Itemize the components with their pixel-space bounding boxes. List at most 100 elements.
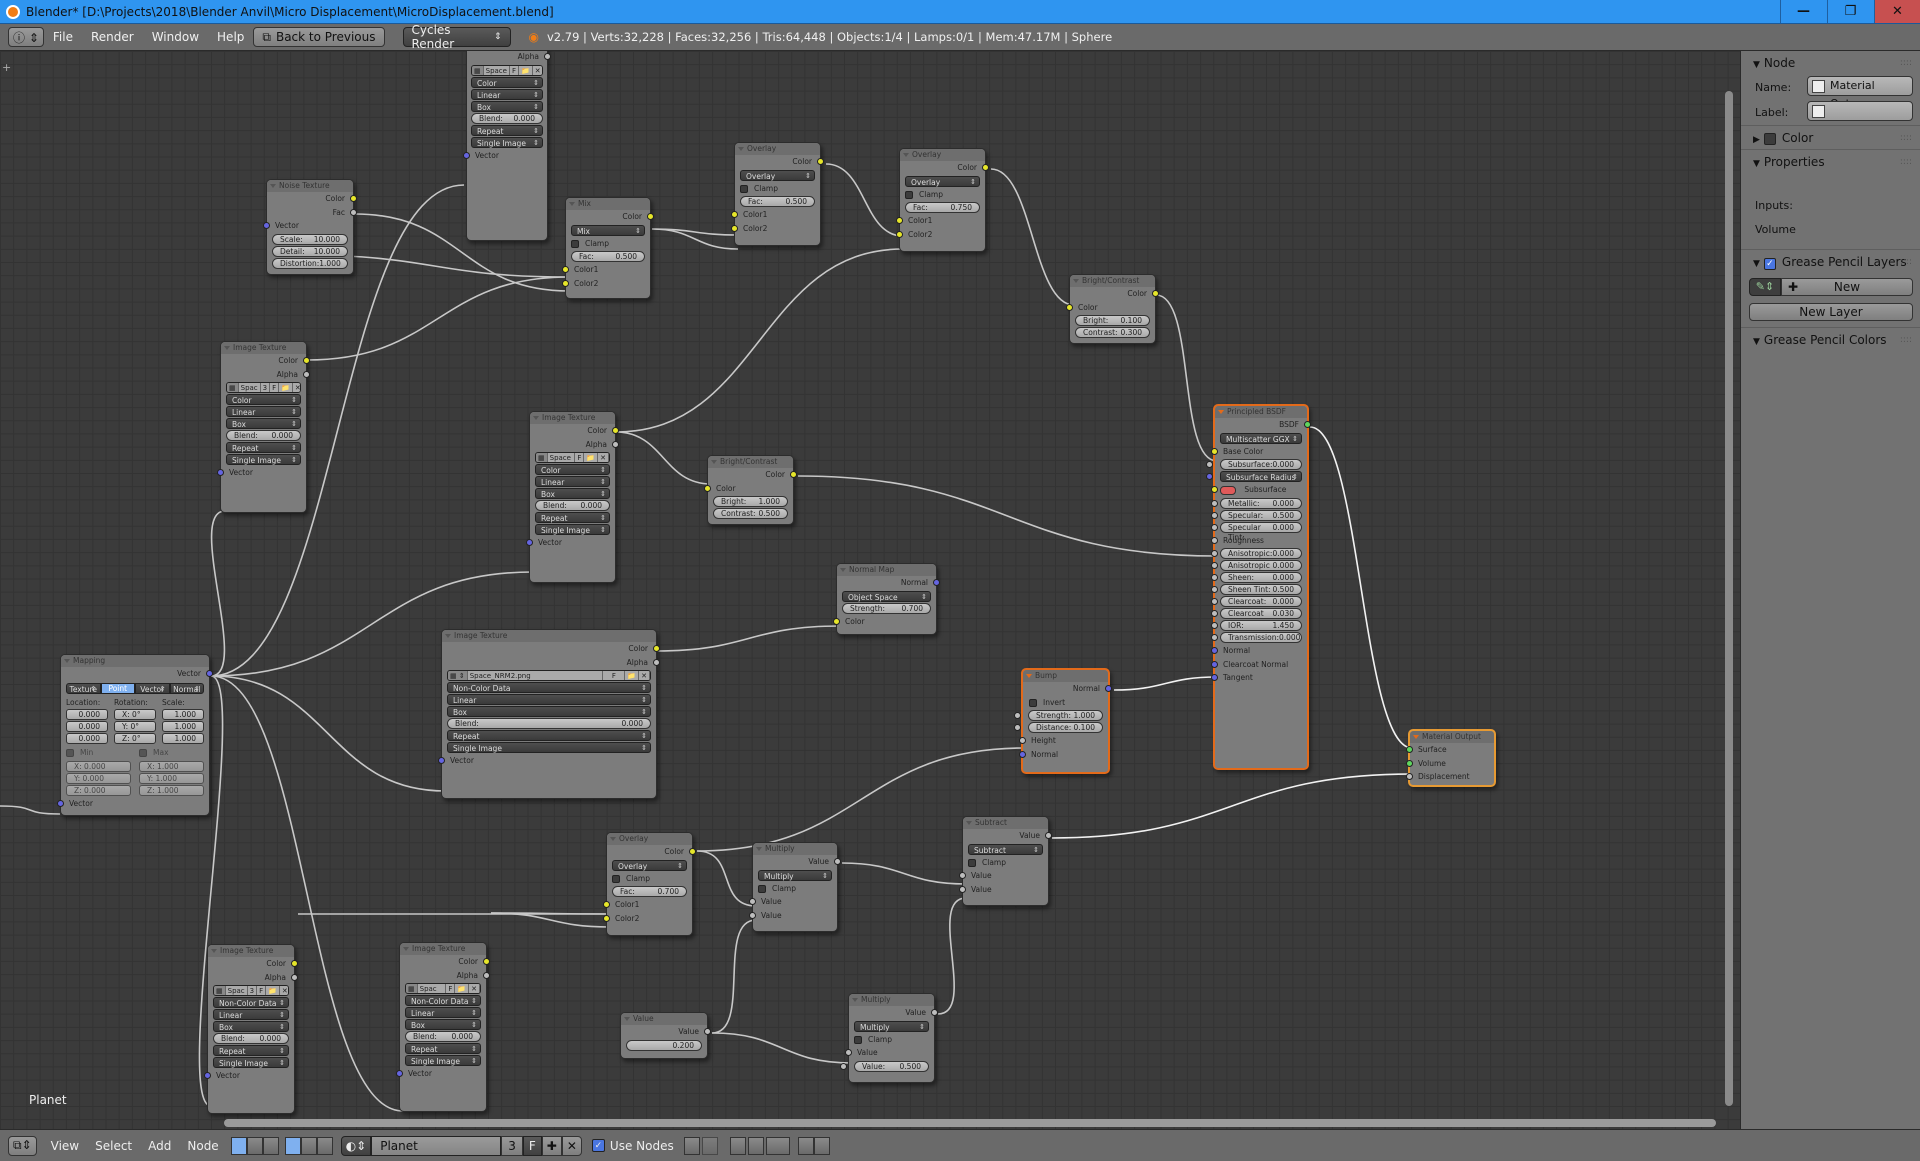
vector-input-socket[interactable] xyxy=(57,799,64,807)
tangent-socket[interactable] xyxy=(1211,674,1218,681)
use-custom-color-checkbox[interactable] xyxy=(1763,132,1776,145)
input-socket[interactable] xyxy=(1211,598,1218,605)
paste-icon[interactable] xyxy=(813,1136,830,1155)
snap-element-icon[interactable] xyxy=(765,1136,790,1155)
close-button[interactable]: ✕ xyxy=(1874,0,1920,23)
distortion-field[interactable]: Distortion: 1.000 xyxy=(272,257,348,269)
source-select[interactable]: Single Image xyxy=(535,524,610,536)
color-input-socket[interactable] xyxy=(704,484,711,492)
distance-field[interactable]: Distance: 0.100 xyxy=(1028,722,1103,733)
subsurface-radius-select[interactable]: Subsurface Radius xyxy=(1220,471,1302,483)
new-material-button[interactable]: ✚ xyxy=(541,1135,562,1156)
panel-color-header[interactable]: ▶ Color:::: xyxy=(1741,125,1920,149)
base-color-socket[interactable] xyxy=(1211,447,1218,455)
node-overlay-1[interactable]: Overlay Color Overlay Clamp Fac:0.500 Co… xyxy=(731,142,824,246)
vector-socket[interactable] xyxy=(526,539,533,546)
interpolation-select[interactable]: Linear xyxy=(405,1007,481,1019)
min-z-field[interactable]: Z: 0.000 xyxy=(66,784,131,796)
vector-socket[interactable] xyxy=(217,469,224,476)
color-socket[interactable] xyxy=(303,357,310,364)
bright-field[interactable]: Bright: 0.100 xyxy=(1075,315,1150,326)
color1-socket[interactable] xyxy=(603,901,610,908)
bright-field[interactable]: Bright: 1.000 xyxy=(713,496,788,507)
principled-field[interactable]: Specular: 0.500 xyxy=(1220,509,1302,521)
node-name-field[interactable]: Material Outp... xyxy=(1807,76,1913,110)
render-engine-select[interactable]: Cycles Render ⇕ xyxy=(402,23,511,51)
math-operation-select[interactable]: Multiply xyxy=(854,1020,929,1033)
clearcoat-normal-socket[interactable] xyxy=(1211,660,1218,668)
node-image-texture-bottom-mid[interactable]: Image Texture Color Alpha ▦ Spac F 📁 ✕ Non-C… xyxy=(396,942,490,1112)
color-output-socket[interactable] xyxy=(790,471,797,478)
menu-file[interactable]: File xyxy=(53,30,73,44)
panel-grease-pencil-layers-header[interactable]: ▼ ✓ Grease Pencil Layers:::: xyxy=(1741,249,1920,273)
node-multiply-2[interactable]: Multiply Value Multiply Clamp Value Valu… xyxy=(840,993,938,1083)
node-link[interactable] xyxy=(1155,294,1218,462)
principled-field[interactable]: Anisotropic: 0.000 xyxy=(1220,548,1302,559)
editor-type-button[interactable]: ⧉⇕ xyxy=(8,1135,37,1156)
rotation-x-field[interactable]: X: 0° xyxy=(114,708,156,720)
image-selector[interactable]: ▦ Spac 3 F 📁 ✕ xyxy=(213,985,289,996)
menu-help[interactable]: Help xyxy=(217,30,244,44)
value-output-socket[interactable] xyxy=(931,1009,938,1016)
color-socket[interactable] xyxy=(653,645,660,652)
blend-field[interactable]: Blend: 0.000 xyxy=(405,1031,481,1042)
min-y-field[interactable]: Y: 0.000 xyxy=(66,772,131,784)
scale-field[interactable]: Scale: 10.000 xyxy=(272,233,348,245)
tab-point[interactable]: Point xyxy=(100,682,135,694)
fac-socket[interactable] xyxy=(350,208,357,216)
grease-pencil-data-select[interactable]: ✎⇕ xyxy=(1749,278,1781,296)
menu-window[interactable]: Window xyxy=(152,30,199,44)
color-socket[interactable] xyxy=(817,158,824,165)
color2-socket[interactable] xyxy=(731,224,738,232)
color1-socket[interactable] xyxy=(896,217,903,224)
menu-render[interactable]: Render xyxy=(91,30,134,44)
menu-node[interactable]: Node xyxy=(187,1139,218,1153)
projection-select[interactable]: Box xyxy=(447,706,651,718)
colorspace-select[interactable]: Color xyxy=(226,394,301,406)
value-field[interactable]: 0.200 xyxy=(626,1039,702,1051)
snap-icon[interactable] xyxy=(747,1136,764,1155)
node-link[interactable] xyxy=(210,510,226,677)
world-shader-icon[interactable] xyxy=(300,1136,317,1155)
scale-z-field[interactable]: 1.000 xyxy=(162,732,204,744)
principled-field[interactable]: Anisotropic R:0.000 xyxy=(1220,560,1302,580)
principled-field[interactable]: Metallic: 0.000 xyxy=(1220,497,1302,509)
node-image-texture-bottom-left[interactable]: Image Texture Color Alpha ▦ Spac 3 F 📁 ✕ Non-… xyxy=(204,944,298,1114)
extension-select[interactable]: Repeat xyxy=(405,1043,481,1055)
node-link[interactable] xyxy=(615,248,904,433)
value2-socket[interactable] xyxy=(749,911,756,919)
alpha-socket[interactable] xyxy=(483,971,490,979)
node-value[interactable]: Value Value 0.200 xyxy=(620,1012,711,1059)
scale-y-field[interactable]: 1.000 xyxy=(162,720,204,732)
subsurface-color-swatch[interactable] xyxy=(1220,485,1236,495)
location-y-field[interactable]: 0.000 xyxy=(66,720,108,732)
tab-vector[interactable]: Vector xyxy=(135,682,170,695)
color2-socket[interactable] xyxy=(603,914,610,922)
grease-pencil-checkbox[interactable]: ✓ xyxy=(1763,258,1776,270)
menu-add[interactable]: Add xyxy=(148,1139,171,1153)
color-socket[interactable] xyxy=(982,164,989,171)
input-socket[interactable] xyxy=(1211,562,1218,569)
drag-grip-icon[interactable]: :::: xyxy=(1900,51,1912,75)
blend-mode-select[interactable]: Overlay xyxy=(905,175,980,188)
material-users-count[interactable]: 3 xyxy=(501,1135,523,1156)
clamp-checkbox[interactable] xyxy=(740,184,748,193)
node-image-texture-left[interactable]: Image Texture Color Alpha ▦ Spac 3 F 📁 ✕ Colo… xyxy=(217,341,310,513)
parent-node-tree-icon[interactable] xyxy=(701,1136,718,1155)
interpolation-select[interactable]: Linear xyxy=(535,476,610,488)
extension-select[interactable]: Repeat xyxy=(471,124,543,137)
invert-checkbox[interactable] xyxy=(1029,698,1037,707)
alpha-socket[interactable] xyxy=(291,973,298,981)
image-selector[interactable]: ▦ Space F 📁 ✕ xyxy=(535,452,610,463)
max-z-field[interactable]: Z: 1.000 xyxy=(139,784,204,796)
line-style-icon[interactable] xyxy=(316,1136,333,1155)
min-checkbox[interactable] xyxy=(66,748,74,757)
object-shader-icon[interactable] xyxy=(284,1136,301,1155)
projection-select[interactable]: Box xyxy=(226,418,301,430)
math-operation-select[interactable]: Multiply xyxy=(758,869,832,882)
editor-type-info-button[interactable]: ⓘ ⇕ xyxy=(8,27,44,47)
principled-field[interactable]: Sheen: 0.000 xyxy=(1220,572,1302,583)
color-input-socket[interactable] xyxy=(1066,303,1073,311)
color-socket[interactable] xyxy=(689,848,696,855)
normal-output-socket[interactable] xyxy=(1105,685,1112,692)
